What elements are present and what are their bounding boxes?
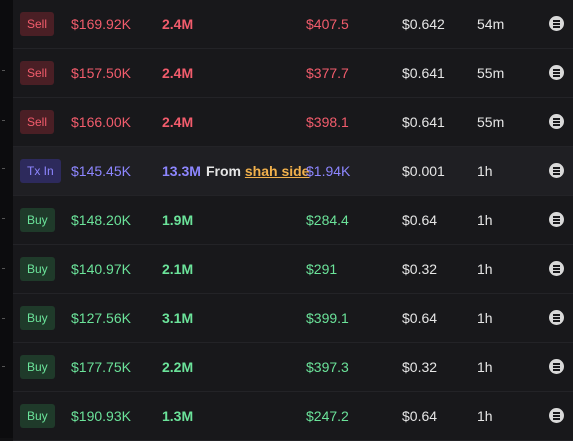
trade-type-badge[interactable]: Sell [20, 61, 55, 85]
price-value: $399.1 [306, 310, 349, 326]
trade-age: 1h [477, 310, 493, 326]
price-value: $398.1 [306, 114, 349, 130]
market-cap-value: $0.32 [402, 261, 438, 277]
price-value: $377.7 [306, 65, 349, 81]
usd-value: $148.20K [71, 212, 131, 228]
usd-value: $145.45K [71, 163, 131, 179]
market-cap-value: $0.641 [402, 114, 445, 130]
market-cap-value: $0.32 [402, 359, 438, 375]
usd-value: $157.50K [71, 65, 131, 81]
price-value: $247.2 [306, 408, 349, 424]
usd-value: $169.92K [71, 16, 131, 32]
list-menu-icon[interactable] [549, 359, 564, 374]
token-amount: 2.4M [162, 16, 194, 32]
trade-age: 55m [477, 114, 505, 130]
from-label: From [206, 163, 241, 179]
token-amount: 13.3M [162, 163, 201, 179]
table-row: Sell $166.00K 2.4M $398.1 $0.641 55m [13, 98, 573, 147]
list-menu-icon[interactable] [549, 310, 564, 325]
table-row: Sell $169.92K 2.4M $407.5 $0.642 54m [13, 0, 573, 49]
token-amount: 2.4M [162, 65, 194, 81]
trade-age: 55m [477, 65, 505, 81]
list-menu-icon[interactable] [549, 114, 564, 129]
trade-type-badge[interactable]: Buy [20, 404, 55, 428]
transfer-source: From shah side [206, 147, 309, 195]
market-cap-value: $0.64 [402, 310, 438, 326]
trade-age: 1h [477, 163, 493, 179]
trade-type-badge[interactable]: Sell [20, 12, 55, 36]
token-amount: 2.2M [162, 359, 194, 375]
trade-age: 54m [477, 16, 505, 32]
trade-type-badge[interactable]: Tx In [20, 159, 61, 183]
table-row: Tx In $145.45K 13.3M From shah side $1.9… [13, 147, 573, 196]
price-value: $291 [306, 261, 338, 277]
trade-age: 1h [477, 359, 493, 375]
list-menu-icon[interactable] [549, 16, 564, 31]
trade-type-badge[interactable]: Buy [20, 306, 55, 330]
usd-value: $127.56K [71, 310, 131, 326]
usd-value: $166.00K [71, 114, 131, 130]
trade-type-badge[interactable]: Buy [20, 208, 55, 232]
list-menu-icon[interactable] [549, 212, 564, 227]
token-amount: 2.1M [162, 261, 194, 277]
list-menu-icon[interactable] [549, 65, 564, 80]
list-menu-icon[interactable] [549, 408, 564, 423]
trade-type-badge[interactable]: Buy [20, 355, 55, 379]
usd-value: $177.75K [71, 359, 131, 375]
table-row: Buy $148.20K 1.9M $284.4 $0.64 1h [13, 196, 573, 245]
market-cap-value: $0.641 [402, 65, 445, 81]
token-amount: 1.9M [162, 212, 194, 228]
token-amount: 2.4M [162, 114, 194, 130]
token-amount: 3.1M [162, 310, 194, 326]
table-row: Buy $140.97K 2.1M $291 $0.32 1h [13, 245, 573, 294]
usd-value: $190.93K [71, 408, 131, 424]
from-wallet-link[interactable]: shah side [245, 163, 310, 179]
trade-age: 1h [477, 261, 493, 277]
market-cap-value: $0.001 [402, 163, 445, 179]
price-value: $397.3 [306, 359, 349, 375]
list-menu-icon[interactable] [549, 261, 564, 276]
price-value: $1.94K [306, 163, 351, 179]
list-menu-icon[interactable] [549, 163, 564, 178]
usd-value: $140.97K [71, 261, 131, 277]
trade-age: 1h [477, 408, 493, 424]
trade-age: 1h [477, 212, 493, 228]
market-cap-value: $0.64 [402, 408, 438, 424]
table-row: Sell $157.50K 2.4M $377.7 $0.641 55m [13, 49, 573, 98]
market-cap-value: $0.642 [402, 16, 445, 32]
trade-type-badge[interactable]: Buy [20, 257, 55, 281]
trades-table: Sell $169.92K 2.4M $407.5 $0.642 54m Sel… [13, 0, 573, 441]
table-row: Buy $177.75K 2.2M $397.3 $0.32 1h [13, 343, 573, 392]
token-amount: 1.3M [162, 408, 194, 424]
price-value: $407.5 [306, 16, 349, 32]
price-value: $284.4 [306, 212, 349, 228]
trade-type-badge[interactable]: Sell [20, 110, 55, 134]
left-edge-strip [0, 0, 13, 438]
table-row: Buy $190.93K 1.3M $247.2 $0.64 1h [13, 392, 573, 441]
market-cap-value: $0.64 [402, 212, 438, 228]
table-row: Buy $127.56K 3.1M $399.1 $0.64 1h [13, 294, 573, 343]
